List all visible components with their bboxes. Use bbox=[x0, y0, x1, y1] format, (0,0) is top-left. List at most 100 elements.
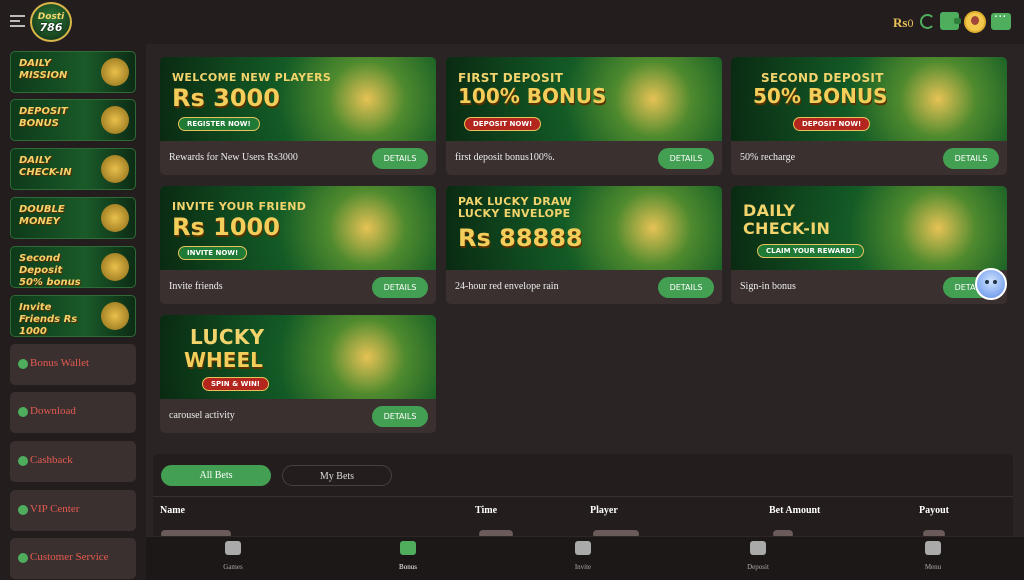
promo-card: LUCKY WHEEL SPIN & WIN! carousel activit… bbox=[160, 315, 436, 433]
logo-line2: 786 bbox=[39, 20, 63, 34]
banner-headline: DAILY CHECK-IN bbox=[743, 201, 831, 238]
wallet-icon[interactable] bbox=[940, 12, 961, 30]
banner-amount: 50% BONUS bbox=[753, 84, 888, 108]
banner-button[interactable]: DEPOSIT NOW! bbox=[464, 117, 542, 131]
banner-button[interactable]: INVITE NOW! bbox=[178, 246, 248, 260]
promo-label: DAILY CHECK-IN bbox=[19, 155, 72, 178]
banner-amount: Rs 88888 bbox=[458, 224, 583, 252]
card-title: 50% recharge bbox=[740, 152, 796, 163]
details-button[interactable]: DETAILS bbox=[372, 406, 428, 427]
banner-headline: FIRST DEPOSIT bbox=[458, 71, 564, 85]
card-title: carousel activity bbox=[169, 410, 235, 421]
banner-headline: INVITE YOUR FRIEND bbox=[172, 200, 307, 213]
promo-banner[interactable]: SECOND DEPOSIT 50% BONUS DEPOSIT NOW! bbox=[731, 57, 1007, 141]
banner-headline: LUCKY bbox=[190, 325, 265, 349]
mascot-icon bbox=[101, 204, 129, 232]
bottom-nav-games[interactable]: Games bbox=[198, 541, 268, 571]
column-header-payout: Payout bbox=[919, 505, 949, 516]
bottom-nav-bonus[interactable]: Bonus bbox=[373, 541, 443, 571]
tab-all-bets[interactable]: All Bets bbox=[161, 465, 271, 486]
card-title: 24-hour red envelope rain bbox=[455, 281, 559, 292]
details-button[interactable]: DETAILS bbox=[658, 148, 714, 169]
sidebar-toggle-icon[interactable] bbox=[10, 15, 25, 28]
details-button[interactable]: DETAILS bbox=[658, 277, 714, 298]
hamburger-icon bbox=[925, 541, 941, 555]
cashback-icon bbox=[18, 456, 28, 466]
promo-label: DEPOSIT BONUS bbox=[19, 106, 68, 129]
details-button[interactable]: DETAILS bbox=[943, 148, 999, 169]
sidebar-promo-second-deposit[interactable]: Second Deposit 50% bonus bbox=[10, 246, 136, 288]
floating-support-icon[interactable] bbox=[975, 268, 1007, 300]
promo-banner[interactable]: DAILY CHECK-IN CLAIM YOUR REWARD! bbox=[731, 186, 1007, 270]
banner-amount: Rs 3000 bbox=[172, 84, 280, 112]
promo-banner[interactable]: LUCKY WHEEL SPIN & WIN! bbox=[160, 315, 436, 399]
wallet-icon bbox=[18, 359, 28, 369]
details-button[interactable]: DETAILS bbox=[372, 148, 428, 169]
sidebar-item-label: Customer Service bbox=[30, 551, 109, 563]
avatar[interactable] bbox=[964, 11, 986, 33]
gift-icon bbox=[400, 541, 416, 555]
balance-display: Rs0 bbox=[893, 15, 913, 31]
promo-card: WELCOME NEW PLAYERS Rs 3000 REGISTER NOW… bbox=[160, 57, 436, 175]
banner-button[interactable]: REGISTER NOW! bbox=[178, 117, 260, 131]
coins-icon bbox=[101, 106, 129, 134]
details-button[interactable]: DETAILS bbox=[372, 277, 428, 298]
banner-button[interactable]: SPIN & WIN! bbox=[202, 377, 269, 391]
calendar-icon bbox=[101, 155, 129, 183]
cloud-download-icon bbox=[18, 407, 28, 417]
promo-banner[interactable]: INVITE YOUR FRIEND Rs 1000 INVITE NOW! bbox=[160, 186, 436, 270]
sidebar-item-cashback[interactable]: Cashback bbox=[10, 441, 136, 482]
banner-button[interactable]: DEPOSIT NOW! bbox=[793, 117, 871, 131]
promo-card: DAILY CHECK-IN CLAIM YOUR REWARD! Sign-i… bbox=[731, 186, 1007, 304]
bottom-nav-menu[interactable]: Menu bbox=[898, 541, 968, 571]
banner-headline: PAK LUCKY DRAW LUCKY ENVELOPE bbox=[458, 195, 572, 220]
promo-banner[interactable]: PAK LUCKY DRAW LUCKY ENVELOPE Rs 88888 bbox=[446, 186, 722, 270]
sidebar-promo-double-money[interactable]: DOUBLE MONEY bbox=[10, 197, 136, 239]
sidebar-promo-daily-checkin[interactable]: DAILY CHECK-IN bbox=[10, 148, 136, 190]
sidebar-promo-deposit-bonus[interactable]: DEPOSIT BONUS bbox=[10, 99, 136, 141]
card-title: Sign-in bonus bbox=[740, 281, 796, 292]
banner-amount: WHEEL bbox=[184, 348, 263, 372]
money-bag-icon bbox=[750, 541, 766, 555]
bottom-nav-invite[interactable]: Invite bbox=[548, 541, 618, 571]
sidebar-promo-daily-mission[interactable]: DAILY MISSION bbox=[10, 51, 136, 93]
chat-icon[interactable] bbox=[991, 10, 1011, 30]
banner-button[interactable]: CLAIM YOUR REWARD! bbox=[757, 244, 864, 258]
promo-card: INVITE YOUR FRIEND Rs 1000 INVITE NOW! I… bbox=[160, 186, 436, 304]
divider bbox=[153, 496, 1013, 497]
user-icon bbox=[18, 505, 28, 515]
sidebar-item-label: Cashback bbox=[30, 454, 73, 466]
sidebar: DAILY MISSION DEPOSIT BONUS DAILY CHECK-… bbox=[0, 44, 146, 580]
sidebar-item-customer-service[interactable]: Customer Service bbox=[10, 538, 136, 579]
site-logo[interactable]: Dosti 786 bbox=[30, 2, 72, 42]
balance-amount: 0 bbox=[907, 16, 914, 30]
banner-headline: WELCOME NEW PLAYERS bbox=[172, 71, 332, 84]
promo-label: Invite Friends Rs 1000 bbox=[19, 302, 78, 337]
promo-banner[interactable]: FIRST DEPOSIT 100% BONUS DEPOSIT NOW! bbox=[446, 57, 722, 141]
sidebar-item-label: Bonus Wallet bbox=[30, 357, 90, 369]
sidebar-item-vip-center[interactable]: VIP Center bbox=[10, 490, 136, 531]
promo-banner[interactable]: WELCOME NEW PLAYERS Rs 3000 REGISTER NOW… bbox=[160, 57, 436, 141]
sidebar-item-bonus-wallet[interactable]: Bonus Wallet bbox=[10, 344, 136, 385]
bottom-nav: Games Bonus Invite Deposit Menu bbox=[146, 536, 1024, 580]
column-header-name: Name bbox=[160, 505, 185, 516]
bottom-nav-deposit[interactable]: Deposit bbox=[723, 541, 793, 571]
bottom-nav-label: Games bbox=[223, 563, 243, 571]
column-header-bet-amount: Bet Amount bbox=[769, 505, 821, 516]
sidebar-item-download[interactable]: Download bbox=[10, 392, 136, 433]
banner-amount: Rs 1000 bbox=[172, 213, 280, 241]
friends-icon bbox=[101, 302, 129, 330]
gamepad-icon bbox=[225, 541, 241, 555]
bottom-nav-label: Deposit bbox=[747, 563, 769, 571]
refresh-icon[interactable] bbox=[920, 14, 935, 29]
promo-label: Second Deposit 50% bonus bbox=[19, 253, 81, 288]
bottom-nav-label: Invite bbox=[574, 563, 592, 571]
logo-line1: Dosti bbox=[37, 11, 65, 22]
promo-label: DAILY MISSION bbox=[19, 58, 68, 81]
promo-card: PAK LUCKY DRAW LUCKY ENVELOPE Rs 88888 2… bbox=[446, 186, 722, 304]
banner-amount: 100% BONUS bbox=[458, 84, 607, 108]
tab-my-bets[interactable]: My Bets bbox=[282, 465, 392, 486]
column-header-player: Player bbox=[590, 505, 618, 516]
sidebar-item-label: VIP Center bbox=[30, 503, 80, 515]
sidebar-promo-invite-friends[interactable]: Invite Friends Rs 1000 bbox=[10, 295, 136, 337]
